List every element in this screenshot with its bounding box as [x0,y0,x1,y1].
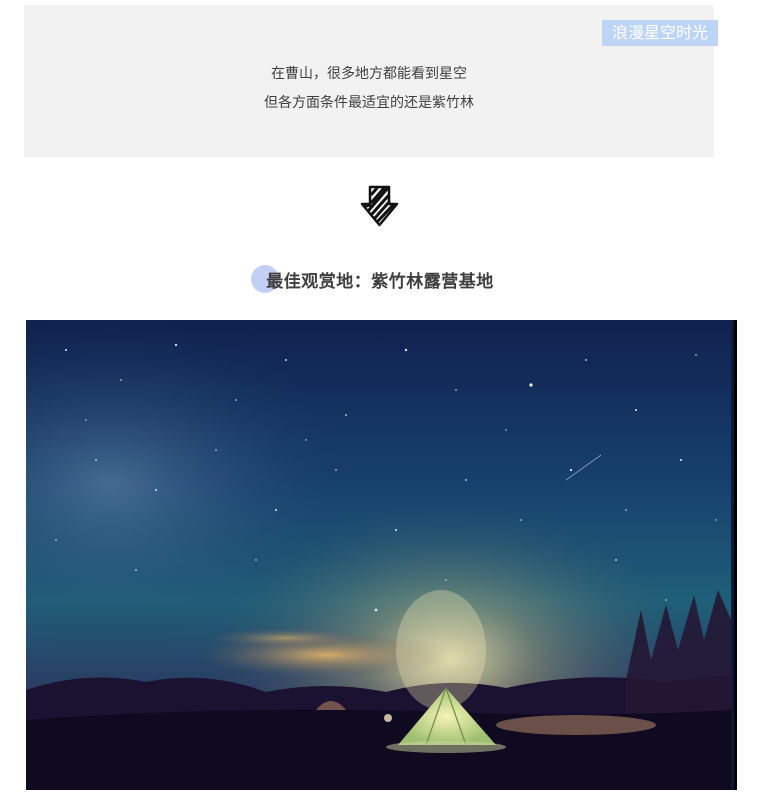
starry-night-photo [26,320,737,790]
section-tag: 浪漫星空时光 [601,20,718,46]
section-heading-wrap: 最佳观赏地：紫竹林露营基地 [0,264,760,294]
section-heading: 最佳观赏地：紫竹林露营基地 [266,272,494,292]
hatched-down-arrow-icon [360,184,400,228]
intro-line-2: 但各方面条件最适宜的还是紫竹林 [264,95,474,111]
photo-illustration [26,320,731,790]
intro-line-1: 在曹山，很多地方都能看到星空 [271,66,467,82]
intro-box: 浪漫星空时光 在曹山，很多地方都能看到星空 但各方面条件最适宜的还是紫竹林 [24,5,718,157]
